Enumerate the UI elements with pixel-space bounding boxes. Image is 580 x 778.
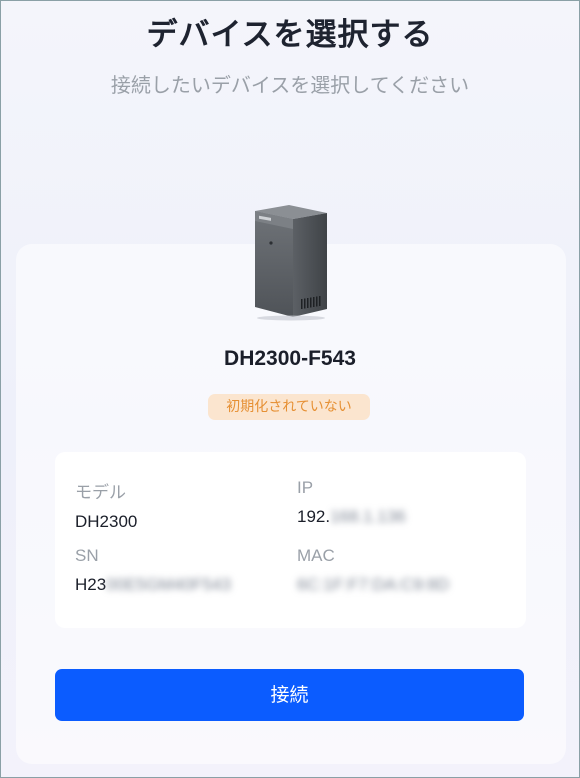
mac-masked-part: 6C:1F:F7:DA:C9:8D xyxy=(297,575,450,594)
model-value: DH2300 xyxy=(75,512,138,531)
page-title: デバイスを選択する xyxy=(146,17,434,53)
sn-field: SN H2300E5GM40F543 xyxy=(75,546,231,595)
sn-label: SN xyxy=(75,546,99,565)
mac-field: MAC 6C:1F:F7:DA:C9:8D xyxy=(297,546,449,595)
nas-device-icon xyxy=(255,205,327,321)
model-label: モデル xyxy=(75,483,126,502)
device-details-panel: モデル DH2300 IP 192.168.1.136 SN H2300E5GM… xyxy=(55,452,526,628)
ip-masked-part: 168.1.136 xyxy=(330,507,406,526)
connect-button[interactable]: 接続 xyxy=(55,669,524,721)
ip-field: IP 192.168.1.136 xyxy=(297,478,406,527)
device-name: DH2300-F543 xyxy=(224,347,356,370)
page-subtitle: 接続したいデバイスを選択してください xyxy=(110,73,470,97)
sn-value: H2300E5GM40F543 xyxy=(75,575,231,595)
ip-value: 192.168.1.136 xyxy=(297,507,406,527)
sn-visible-part: H23 xyxy=(75,575,107,594)
mac-value: 6C:1F:F7:DA:C9:8D xyxy=(297,575,449,595)
mac-label: MAC xyxy=(297,546,335,565)
sn-masked-part: 00E5GM40F543 xyxy=(106,575,231,594)
status-badge: 初期化されていない xyxy=(208,394,370,420)
model-field: モデル DH2300 xyxy=(75,478,137,532)
ip-label: IP xyxy=(297,478,314,497)
ip-visible-part: 192. xyxy=(297,507,331,526)
